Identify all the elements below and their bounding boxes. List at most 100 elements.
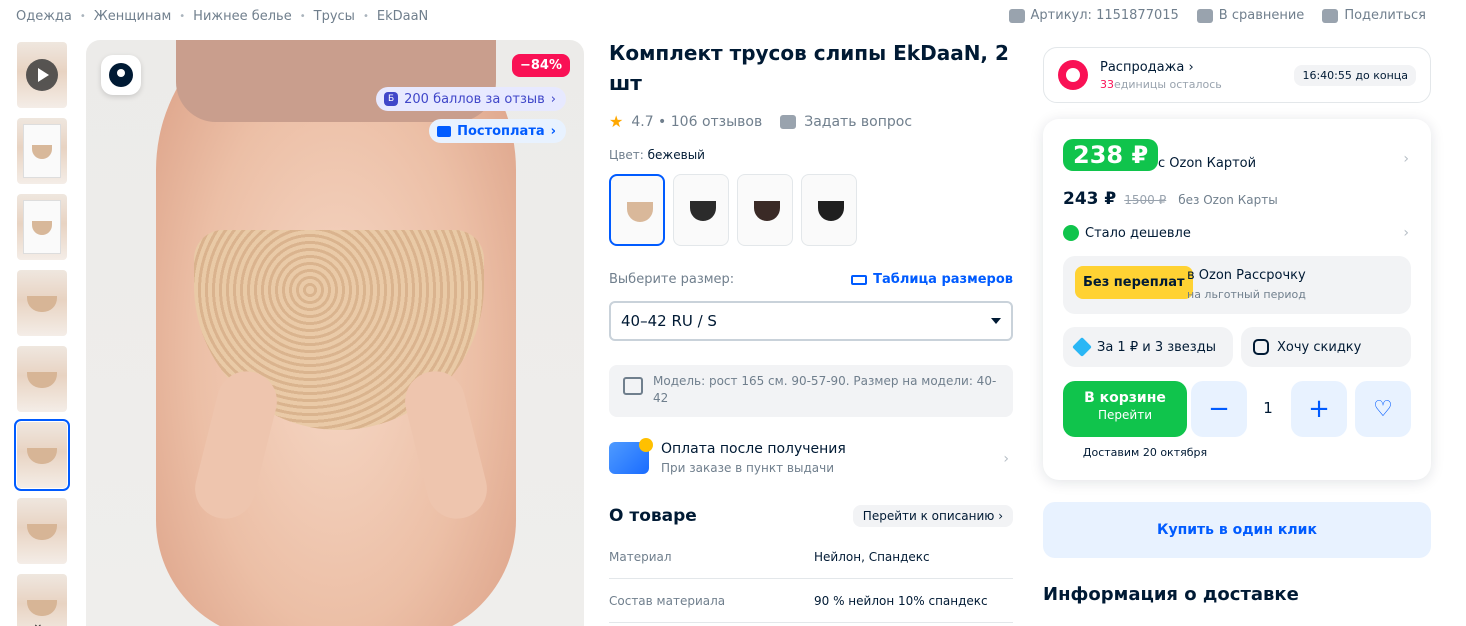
breadcrumb-item[interactable]: Женщинам bbox=[94, 9, 171, 24]
caret-down-icon bbox=[991, 318, 1001, 324]
color-swatch[interactable] bbox=[737, 174, 793, 246]
share-button[interactable]: Поделиться bbox=[1322, 8, 1426, 23]
ruler-icon bbox=[851, 274, 868, 285]
chevron-right-icon: › bbox=[998, 509, 1003, 523]
product-info: Комплект трусов слипы EkDaaN, 2 шт ★ 4.7… bbox=[609, 38, 1013, 623]
size-table-link[interactable]: Таблица размеров bbox=[851, 272, 1013, 287]
review-points-badge[interactable]: Б 200 баллов за отзыв › bbox=[376, 87, 566, 111]
main-product-image[interactable]: −84% Б 200 баллов за отзыв › Постоплата … bbox=[86, 40, 584, 626]
rating-row: ★ 4.7 • 106 отзывов Задать вопрос bbox=[609, 112, 1013, 131]
spec-key: Состав материала bbox=[609, 593, 726, 608]
thumbnail[interactable] bbox=[17, 118, 67, 184]
thumbnail[interactable] bbox=[17, 498, 67, 564]
copy-icon bbox=[1008, 8, 1025, 23]
sale-banner[interactable]: Распродажа › 33единицы осталось 16:40:55… bbox=[1043, 47, 1431, 103]
swatch-image bbox=[690, 201, 716, 221]
color-swatch[interactable] bbox=[673, 174, 729, 246]
want-discount-label: Хочу скидку bbox=[1277, 339, 1362, 355]
model-info-text: Модель: рост 165 см. 90-57-90. Размер на… bbox=[653, 374, 997, 405]
play-icon bbox=[26, 59, 58, 91]
sale-texts: Распродажа › 33единицы осталось bbox=[1100, 60, 1222, 91]
rating-reviews-link[interactable]: 4.7 • 106 отзывов bbox=[631, 114, 762, 130]
discount-badge: −84% bbox=[511, 54, 570, 77]
price-dropped[interactable]: Стало дешевле bbox=[1063, 225, 1191, 241]
article-number[interactable]: Артикул: 1151877015 bbox=[1008, 8, 1179, 23]
ozon-card-price-label: с Ozon Картой bbox=[1158, 156, 1257, 171]
postpay-badge[interactable]: Постоплата › bbox=[429, 119, 566, 143]
color-label: Цвет: бежевый bbox=[609, 148, 1013, 162]
thumbnail[interactable] bbox=[17, 194, 67, 260]
want-discount-button[interactable]: Хочу скидку bbox=[1241, 327, 1411, 367]
model-info-box: Модель: рост 165 см. 90-57-90. Размер на… bbox=[609, 365, 1013, 417]
spec-key: Материал bbox=[609, 549, 672, 564]
size-table-label: Таблица размеров bbox=[873, 272, 1013, 287]
payment-texts: Оплата после получения При заказе в пунк… bbox=[661, 441, 846, 475]
size-select-value: 40–42 RU / S bbox=[621, 312, 717, 330]
breadcrumb: Одежда • Женщинам • Нижнее белье • Трусы… bbox=[16, 9, 428, 24]
share-icon bbox=[1322, 8, 1339, 23]
heart-icon: ♡ bbox=[1373, 396, 1393, 422]
installment-offer[interactable]: Без переплат в Ozon Рассрочку на льготны… bbox=[1063, 256, 1411, 314]
points-icon: Б bbox=[384, 92, 399, 106]
stars-offer-button[interactable]: За 1 ₽ и 3 звезды bbox=[1063, 327, 1233, 367]
thumbnail-image bbox=[27, 524, 57, 540]
arrow-down-icon bbox=[1063, 225, 1079, 241]
stars-offer-label: За 1 ₽ и 3 звезды bbox=[1097, 339, 1216, 355]
increase-quantity-button[interactable]: + bbox=[1291, 381, 1347, 437]
sale-remaining-number: 33 bbox=[1100, 77, 1114, 91]
sale-title: Распродажа › bbox=[1100, 60, 1222, 75]
go-to-description-label: Перейти к описанию bbox=[862, 509, 995, 523]
about-title: О товаре bbox=[609, 506, 697, 526]
ozon-card-price: 238 ₽ bbox=[1063, 139, 1159, 171]
color-swatch[interactable] bbox=[801, 174, 857, 246]
thumbnail-image bbox=[23, 200, 61, 254]
breadcrumb-item[interactable]: Одежда bbox=[16, 9, 72, 24]
swatch-image bbox=[754, 201, 780, 221]
in-cart-button[interactable]: В корзине Перейти bbox=[1063, 381, 1187, 437]
color-value: бежевый bbox=[647, 148, 705, 162]
thumbnail-active[interactable] bbox=[14, 419, 70, 491]
payment-after-receipt[interactable]: Оплата после получения При заказе в пунк… bbox=[609, 438, 1013, 475]
thumbnail-image bbox=[27, 448, 57, 464]
decrease-quantity-button[interactable]: − bbox=[1191, 381, 1247, 437]
sale-icon bbox=[1058, 60, 1088, 90]
card-icon bbox=[437, 125, 452, 137]
regular-price-label: без Ozon Карты bbox=[1178, 193, 1278, 207]
installment-subtitle: на льготный период bbox=[1187, 288, 1306, 301]
chevron-right-icon: › bbox=[1188, 59, 1194, 75]
payment-title: Оплата после получения bbox=[661, 441, 846, 457]
image-search-button[interactable] bbox=[101, 55, 141, 95]
chevron-right-icon[interactable]: › bbox=[1403, 225, 1409, 241]
old-price: 1500 ₽ bbox=[1124, 193, 1167, 207]
star-icon: ★ bbox=[609, 112, 624, 131]
thumbnail-video[interactable] bbox=[17, 42, 67, 108]
breadcrumb-item[interactable]: Трусы bbox=[314, 9, 355, 24]
thumbnails-chevron-down-icon[interactable]: ⌄ bbox=[32, 616, 52, 626]
about-header: О товаре Перейти к описанию › bbox=[609, 505, 1013, 527]
breadcrumb-item[interactable]: Нижнее белье bbox=[193, 9, 292, 24]
favorite-button[interactable]: ♡ bbox=[1355, 381, 1411, 437]
thumbnail[interactable] bbox=[17, 270, 67, 336]
delivery-info-heading: Информация о доставке bbox=[1043, 584, 1299, 605]
top-actions: Артикул: 1151877015 В сравнение Поделить… bbox=[1008, 8, 1426, 23]
compare-button[interactable]: В сравнение bbox=[1196, 8, 1304, 23]
thumbnail[interactable] bbox=[17, 346, 67, 412]
chevron-right-icon[interactable]: › bbox=[1403, 151, 1409, 167]
question-icon bbox=[780, 114, 797, 129]
breadcrumb-item[interactable]: EkDaaN bbox=[377, 9, 428, 24]
thumbnail-list bbox=[14, 42, 71, 626]
in-cart-label: В корзине bbox=[1084, 390, 1166, 406]
sale-remaining: 33единицы осталось bbox=[1100, 78, 1222, 91]
ask-question-link[interactable]: Задать вопрос bbox=[804, 114, 912, 130]
share-label: Поделиться bbox=[1344, 8, 1426, 23]
buy-one-click-button[interactable]: Купить в один клик bbox=[1043, 502, 1431, 558]
star-diamond-icon bbox=[1072, 337, 1092, 357]
color-swatch-beige[interactable] bbox=[609, 174, 665, 246]
chevron-right-icon: › bbox=[550, 123, 556, 139]
discount-icon bbox=[1253, 339, 1269, 355]
breadcrumb-separator-icon: • bbox=[299, 11, 306, 22]
installment-title: в Ozon Рассрочку bbox=[1187, 268, 1306, 283]
go-to-description-button[interactable]: Перейти к описанию › bbox=[852, 505, 1013, 527]
size-select[interactable]: 40–42 RU / S bbox=[609, 301, 1013, 341]
image-search-icon bbox=[109, 63, 133, 87]
